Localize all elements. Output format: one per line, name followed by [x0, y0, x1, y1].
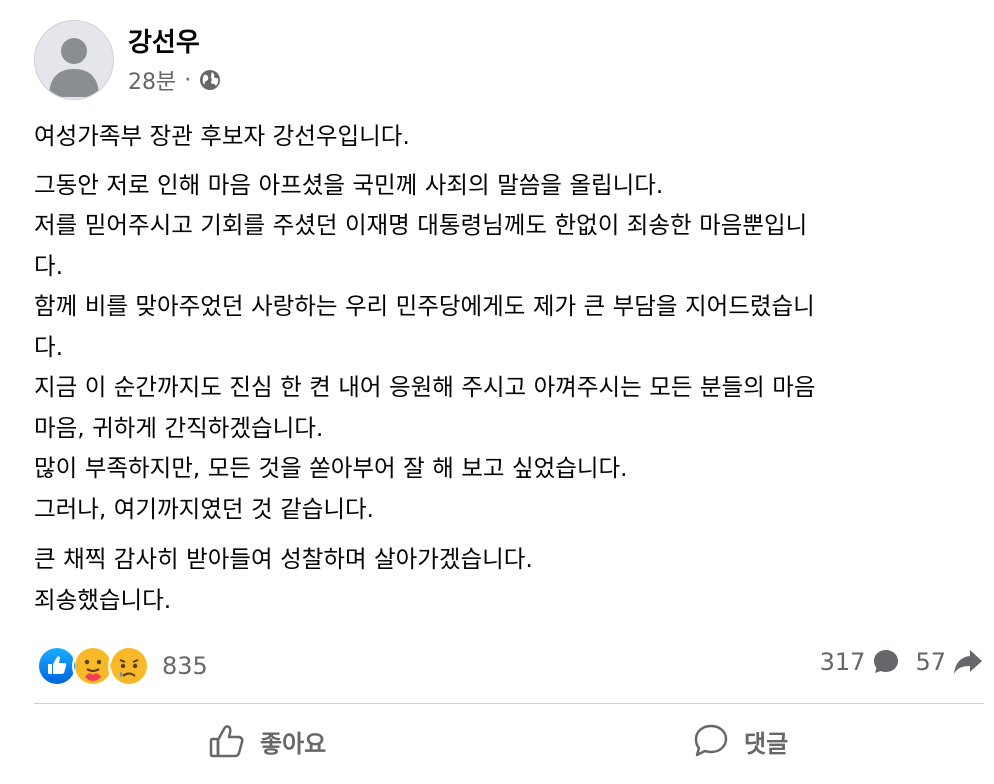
text-line: 큰 채찍 감사히 받아들여 성찰하며 살아가겠습니다. [34, 545, 533, 573]
post-body: 여성가족부 장관 후보자 강선우입니다. 그동안 저로 인해 마음 아프셨을 국… [34, 116, 964, 620]
engagement-stats: 317 57 [820, 647, 984, 677]
reactions-summary[interactable]: 835 [36, 645, 208, 687]
text-line: 다. [34, 332, 64, 361]
share-arrow-icon [954, 650, 982, 674]
author-name[interactable]: 강선우 [128, 22, 200, 59]
text-line: 다. [34, 251, 64, 280]
text-line: 죄송했습니다. [34, 585, 172, 614]
comments-count: 317 [819, 648, 866, 676]
text-line: 마음, 귀하게 간직하겠습니다. [34, 413, 324, 442]
sad-reaction-icon [108, 645, 150, 687]
text-line: 많이 부족하지만, 모든 것을 쏟아부어 잘 해 보고 싶었습니다. [34, 454, 628, 482]
reactions-count[interactable]: 835 [162, 652, 208, 680]
text-line: 저를 믿어주시고 기회를 주셨던 이재명 대통령님께도 한없이 죄송한 마음뿐입… [34, 211, 808, 239]
like-button[interactable]: 좋아요 [208, 722, 326, 760]
shares-stat[interactable]: 57 [915, 647, 984, 677]
text-line: 그러나, 여기까지였던 것 같습니다. [34, 494, 375, 523]
text-line: 여성가족부 장관 후보자 강선우입니다. [34, 122, 410, 150]
comment-button[interactable]: 댓글 [692, 722, 788, 760]
comment-icon [694, 724, 728, 757]
avatar[interactable] [34, 20, 114, 100]
like-button-label: 좋아요 [260, 729, 327, 758]
default-profile-icon [49, 38, 99, 97]
paragraph-2: 그동안 저로 인해 마음 아프셨을 국민께 사죄의 말씀을 올립니다. 저를 믿… [34, 165, 964, 530]
post-meta: 28분 · [128, 64, 221, 96]
paragraph-3: 큰 채찍 감사히 받아들여 성찰하며 살아가겠습니다. 죄송했습니다. [34, 539, 964, 620]
divider [34, 703, 984, 704]
comment-button-label: 댓글 [744, 729, 789, 758]
globe-icon[interactable] [199, 69, 221, 91]
meta-separator: · [184, 67, 192, 93]
comment-bubble-icon [874, 650, 899, 673]
thumbs-up-icon [209, 725, 244, 758]
post-time[interactable]: 28분 [128, 64, 176, 96]
text-line: 함께 비를 맞아주었던 사랑하는 우리 민주당에게도 제가 큰 부담을 지어드렸… [34, 292, 815, 320]
text-line: 그동안 저로 인해 마음 아프셨을 국민께 사죄의 말씀을 올립니다. [34, 170, 664, 199]
shares-count: 57 [915, 648, 946, 676]
facebook-post: 강선우 28분 · 여성가족부 장관 후보자 강선우입니다. 그동안 저로 인해… [0, 0, 994, 784]
paragraph-1: 여성가족부 장관 후보자 강선우입니다. [34, 116, 964, 157]
comments-stat[interactable]: 317 [820, 647, 902, 677]
text-line: 지금 이 순간까지도 진심 한 켠 내어 응원해 주시고 아껴주시는 모든 분들… [34, 373, 816, 401]
